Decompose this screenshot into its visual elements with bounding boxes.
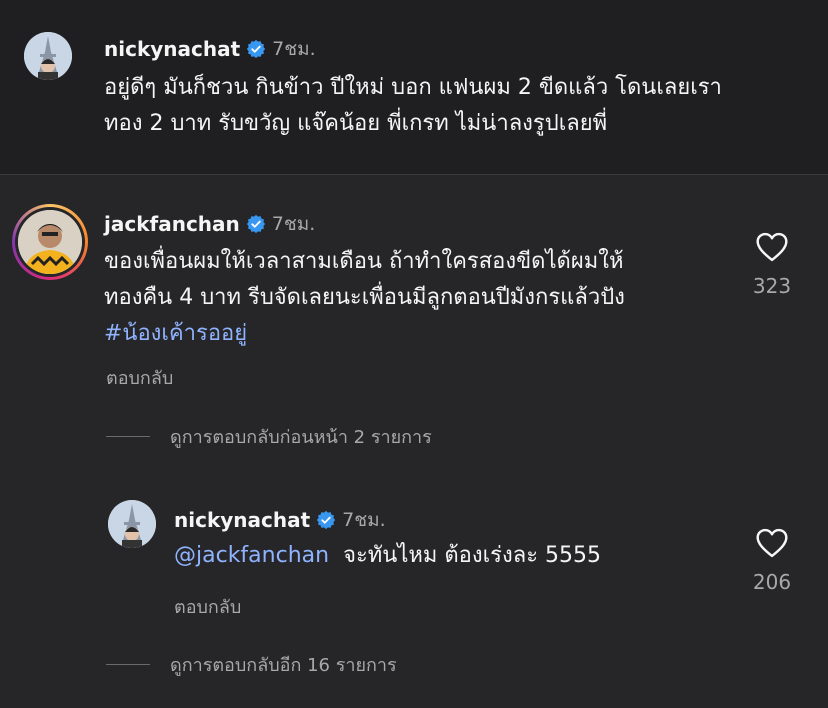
comment-line: ทอง 2 บาท รับขวัญ แจ๊คน้อย พี่เกรท ไม่น่… [104,111,608,136]
heart-icon[interactable] [755,232,789,262]
divider-line [106,436,150,437]
verified-badge-icon [246,214,265,234]
like-control: 206 [742,528,802,594]
timestamp: 7ชม. [342,509,386,531]
story-ring[interactable] [12,204,88,280]
comment-line: อยู่ดีๆ มันก็ชวน กินข้าว ปีใหม่ บอก แฟนผ… [104,75,722,100]
username-text[interactable]: nickynachat [104,37,240,61]
mention-link[interactable]: @jackfanchan [174,543,329,568]
view-more-label[interactable]: ดูการตอบกลับอีก 16 รายการ [170,650,397,679]
like-count: 206 [752,570,792,594]
avatar[interactable] [108,500,156,548]
view-previous-replies[interactable]: ดูการตอบกลับก่อนหน้า 2 รายการ [106,422,432,451]
comment-line: ทองคืน 4 บาท รีบจัดเลยนะเพื่อนมีลูกตอนปี… [104,285,625,310]
username-text[interactable]: nickynachat [174,508,310,532]
comment-line: ของเพื่อนผมให้เวลาสามเดือน ถ้าทำใครสองขี… [104,249,624,274]
verified-badge-icon [317,510,336,530]
hashtag-link[interactable]: #น้องเค้ารออยู่ [104,316,625,352]
username[interactable]: nickynachat 7ชม. [104,34,316,64]
heart-icon[interactable] [755,528,789,558]
comment-text: @jackfanchan จะทันไหม ต้องเร่งละ 5555 [174,538,601,574]
avatar[interactable] [24,32,72,80]
username-text[interactable]: jackfanchan [104,212,240,236]
avatar[interactable] [18,210,82,274]
verified-badge-icon [247,39,266,59]
like-count: 323 [752,274,792,298]
parent-comment: nickynachat 7ชม. อยู่ดีๆ มันก็ชวน กินข้า… [0,0,828,175]
comment-line: จะทันไหม ต้องเร่งละ 5555 [343,543,601,568]
comment-text: ของเพื่อนผมให้เวลาสามเดือน ถ้าทำใครสองขี… [104,244,625,352]
reply-button[interactable]: ตอบกลับ [174,592,241,621]
reply-button[interactable]: ตอบกลับ [106,363,173,392]
comment-text: อยู่ดีๆ มันก็ชวน กินข้าว ปีใหม่ บอก แฟนผ… [104,70,722,142]
username[interactable]: nickynachat 7ชม. [174,505,386,535]
timestamp: 7ชม. [272,38,316,60]
timestamp: 7ชม. [271,213,316,235]
like-control: 323 [742,232,802,298]
view-more-replies[interactable]: ดูการตอบกลับอีก 16 รายการ [106,650,397,679]
username[interactable]: jackfanchan 7ชม. [104,209,315,239]
view-previous-label[interactable]: ดูการตอบกลับก่อนหน้า 2 รายการ [170,422,432,451]
divider-line [106,664,150,665]
